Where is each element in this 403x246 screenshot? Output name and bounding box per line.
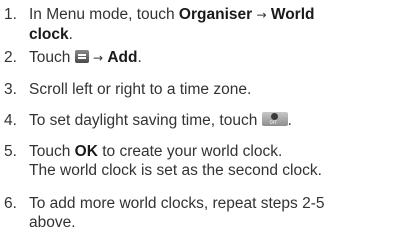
step-number: 5. bbox=[4, 143, 17, 160]
step-number: 3. bbox=[4, 81, 17, 98]
clock-label: clock bbox=[29, 26, 69, 43]
instruction-document: 1. In Menu mode, touch Organiser → World… bbox=[0, 0, 403, 246]
arrow-icon: → bbox=[256, 8, 267, 22]
step-text-line1: To add more world clocks, repeat steps 2… bbox=[29, 195, 325, 212]
step-number: 2. bbox=[4, 49, 17, 66]
world-label: World bbox=[270, 6, 315, 23]
step-text-suffix: to create your world clock. bbox=[97, 143, 283, 160]
menu-icon bbox=[74, 50, 89, 63]
step-text-suffix: . bbox=[287, 112, 292, 129]
off-tag: OFF bbox=[269, 120, 278, 125]
ok-label: OK bbox=[74, 143, 98, 160]
step-text: To set daylight saving time, touch OFF. bbox=[29, 111, 399, 130]
step-text: In Menu mode, touch Organiser → World cl… bbox=[29, 5, 399, 44]
step-text-line2: above. bbox=[29, 214, 76, 231]
step-text-suffix: . bbox=[137, 49, 142, 66]
step-text: To add more world clocks, repeat steps 2… bbox=[29, 194, 399, 232]
step-text: Touch → Add. bbox=[29, 48, 399, 68]
organiser-label: Organiser bbox=[178, 6, 253, 23]
add-label: Add bbox=[107, 49, 138, 66]
step-note: The world clock is set as the second clo… bbox=[29, 162, 322, 179]
arrow-icon: → bbox=[92, 51, 104, 65]
step-number: 1. bbox=[4, 6, 17, 23]
step-text-suffix: . bbox=[68, 26, 73, 43]
step-text-prefix: In Menu mode, touch bbox=[29, 6, 179, 23]
step-number: 6. bbox=[4, 195, 17, 212]
step-text-prefix: To set daylight saving time, touch bbox=[29, 112, 262, 129]
step-text-prefix: Touch bbox=[29, 49, 75, 66]
step-number: 4. bbox=[4, 112, 17, 129]
step-text: Scroll left or right to a time zone. bbox=[29, 81, 252, 98]
step-text-prefix: Touch bbox=[29, 143, 75, 160]
step-text: Touch OK to create your world clock. The… bbox=[29, 142, 399, 180]
daylight-saving-icon: OFF bbox=[261, 112, 288, 126]
sun-icon bbox=[270, 113, 278, 120]
